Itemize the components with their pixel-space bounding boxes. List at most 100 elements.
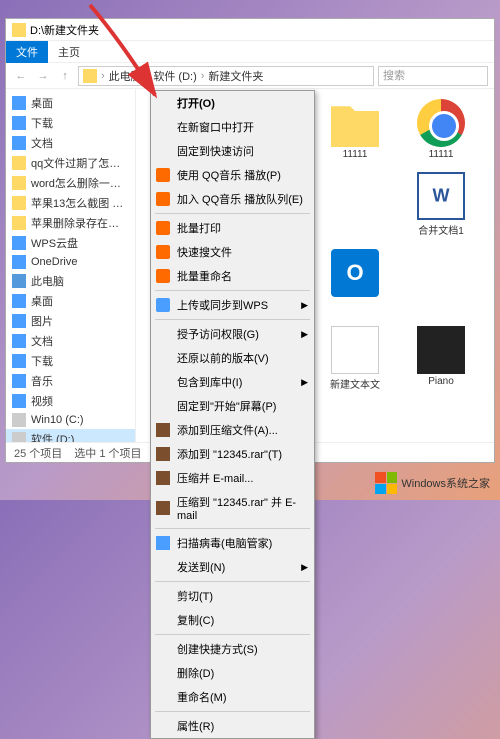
sidebar-label: 文档: [31, 135, 53, 151]
sidebar-label: 此电脑: [31, 273, 64, 289]
sidebar-icon: [12, 314, 26, 328]
sidebar-icon: [12, 136, 26, 150]
menu-item[interactable]: 压缩并 E-mail...: [151, 466, 314, 490]
menu-label: 在新窗口中打开: [177, 119, 254, 135]
file-icon: [417, 99, 465, 147]
context-menu: 打开(O) 在新窗口中打开固定到快速访问使用 QQ音乐 播放(P) 加入 QQ音乐 …: [150, 90, 315, 739]
menu-item[interactable]: 添加到 "12345.rar"(T): [151, 442, 314, 466]
forward-button[interactable]: →: [34, 67, 52, 85]
menu-item[interactable]: 加入 QQ音乐 播放队列(E): [151, 187, 314, 211]
menu-item[interactable]: 创建快捷方式(S): [151, 637, 314, 661]
file-item[interactable]: [318, 249, 392, 314]
menu-item[interactable]: 固定到"开始"屏幕(P): [151, 394, 314, 418]
menu-item[interactable]: 固定到快速访问: [151, 139, 314, 163]
sidebar-item[interactable]: 苹果删除录存在哪里: [6, 213, 135, 233]
back-button[interactable]: ←: [12, 67, 30, 85]
sidebar-item[interactable]: 桌面: [6, 93, 135, 113]
breadcrumb[interactable]: › 此电脑 › 软件 (D:) › 新建文件夹: [78, 66, 374, 86]
sidebar-label: OneDrive: [31, 256, 77, 268]
file-icon: [417, 249, 465, 297]
submenu-arrow-icon: ▶: [301, 300, 308, 311]
sidebar-icon: [12, 216, 26, 230]
sidebar-item[interactable]: Win10 (C:): [6, 411, 135, 429]
sidebar-item[interactable]: word怎么删除一整页: [6, 173, 135, 193]
menu-item[interactable]: 删除(D): [151, 661, 314, 685]
sidebar-item[interactable]: qq文件过期了怎么恢: [6, 153, 135, 173]
file-name: 11111: [429, 149, 454, 160]
window-title: D:\新建文件夹: [30, 22, 99, 38]
menu-label: 压缩到 "12345.rar" 并 E-mail: [177, 494, 306, 522]
menu-item[interactable]: 重命名(M): [151, 685, 314, 709]
sidebar-item[interactable]: 下载: [6, 113, 135, 133]
folder-icon: [83, 69, 97, 83]
menu-separator: [155, 319, 310, 320]
menu-label: 打开(O): [177, 95, 215, 111]
menu-item[interactable]: 添加到压缩文件(A)...: [151, 418, 314, 442]
menu-label: 重命名(M): [177, 689, 227, 705]
up-button[interactable]: ↑: [56, 67, 74, 85]
file-item[interactable]: Piano: [404, 326, 478, 400]
menu-item[interactable]: 授予访问权限(G)▶: [151, 322, 314, 346]
menu-item[interactable]: 还原以前的版本(V): [151, 346, 314, 370]
menu-item[interactable]: 扫描病毒(电脑管家): [151, 531, 314, 555]
sidebar-icon: [12, 334, 26, 348]
sidebar-item[interactable]: 文档: [6, 331, 135, 351]
sidebar-item[interactable]: 桌面: [6, 291, 135, 311]
file-item[interactable]: 新建文本文: [318, 326, 392, 400]
address-bar-row: ← → ↑ › 此电脑 › 软件 (D:) › 新建文件夹 搜索: [6, 63, 494, 89]
file-item[interactable]: 合并文档1: [404, 172, 478, 237]
menu-item[interactable]: 在新窗口中打开: [151, 115, 314, 139]
menu-item[interactable]: 复制(C): [151, 608, 314, 632]
menu-label: 授予访问权限(G): [177, 326, 259, 342]
sidebar-label: 下载: [31, 115, 53, 131]
menu-label: 发送到(N): [177, 559, 225, 575]
sidebar-label: 苹果删除录存在哪里: [31, 215, 129, 231]
watermark: Windows系统之家: [375, 472, 490, 494]
sidebar-item[interactable]: 下载: [6, 351, 135, 371]
menu-label: 还原以前的版本(V): [177, 350, 269, 366]
sidebar-item[interactable]: 软件 (D:): [6, 429, 135, 442]
tab-home[interactable]: 主页: [48, 41, 90, 63]
menu-item[interactable]: 上传或同步到WPS ▶: [151, 293, 314, 317]
sidebar-item[interactable]: 苹果13怎么截图 苹果: [6, 193, 135, 213]
file-item[interactable]: 11111: [318, 99, 392, 160]
sidebar-label: 苹果13怎么截图 苹果: [31, 195, 129, 211]
sidebar-item[interactable]: WPS云盘: [6, 233, 135, 253]
sidebar-item[interactable]: 图片: [6, 311, 135, 331]
menu-item[interactable]: 批量重命名: [151, 264, 314, 288]
menu-label: 固定到快速访问: [177, 143, 254, 159]
menu-separator: [155, 634, 310, 635]
sidebar-icon: [12, 255, 26, 269]
sidebar-item[interactable]: 音乐: [6, 371, 135, 391]
file-item[interactable]: [404, 249, 478, 314]
menu-item[interactable]: 包含到库中(I)▶: [151, 370, 314, 394]
tab-file[interactable]: 文件: [6, 41, 48, 63]
menu-item[interactable]: 压缩到 "12345.rar" 并 E-mail: [151, 490, 314, 526]
menu-item[interactable]: 剪切(T): [151, 584, 314, 608]
sidebar-icon: [12, 374, 26, 388]
menu-item[interactable]: 发送到(N)▶: [151, 555, 314, 579]
menu-label: 上传或同步到WPS: [177, 297, 268, 313]
sidebar-icon: [12, 116, 26, 130]
sidebar-item[interactable]: 此电脑: [6, 271, 135, 291]
menu-item[interactable]: 打开(O): [151, 91, 314, 115]
menu-label: 批量打印: [177, 220, 221, 236]
sidebar-icon: [12, 176, 26, 190]
menu-label: 添加到 "12345.rar"(T): [177, 446, 282, 462]
menu-item[interactable]: 批量打印: [151, 216, 314, 240]
file-item[interactable]: [318, 172, 392, 237]
menu-label: 加入 QQ音乐 播放队列(E): [177, 191, 303, 207]
titlebar: D:\新建文件夹: [6, 19, 494, 41]
search-input[interactable]: 搜索: [378, 66, 488, 86]
menu-separator: [155, 213, 310, 214]
sidebar-item[interactable]: 文档: [6, 133, 135, 153]
sidebar-item[interactable]: 视频: [6, 391, 135, 411]
menu-item[interactable]: 属性(R): [151, 714, 314, 738]
menu-label: 固定到"开始"屏幕(P): [177, 398, 276, 414]
file-item[interactable]: 11111: [404, 99, 478, 160]
menu-item[interactable]: 快速搜文件: [151, 240, 314, 264]
sidebar-item[interactable]: OneDrive: [6, 253, 135, 271]
submenu-arrow-icon: ▶: [301, 377, 308, 388]
menu-item[interactable]: 使用 QQ音乐 播放(P): [151, 163, 314, 187]
sidebar-icon: [12, 432, 26, 442]
